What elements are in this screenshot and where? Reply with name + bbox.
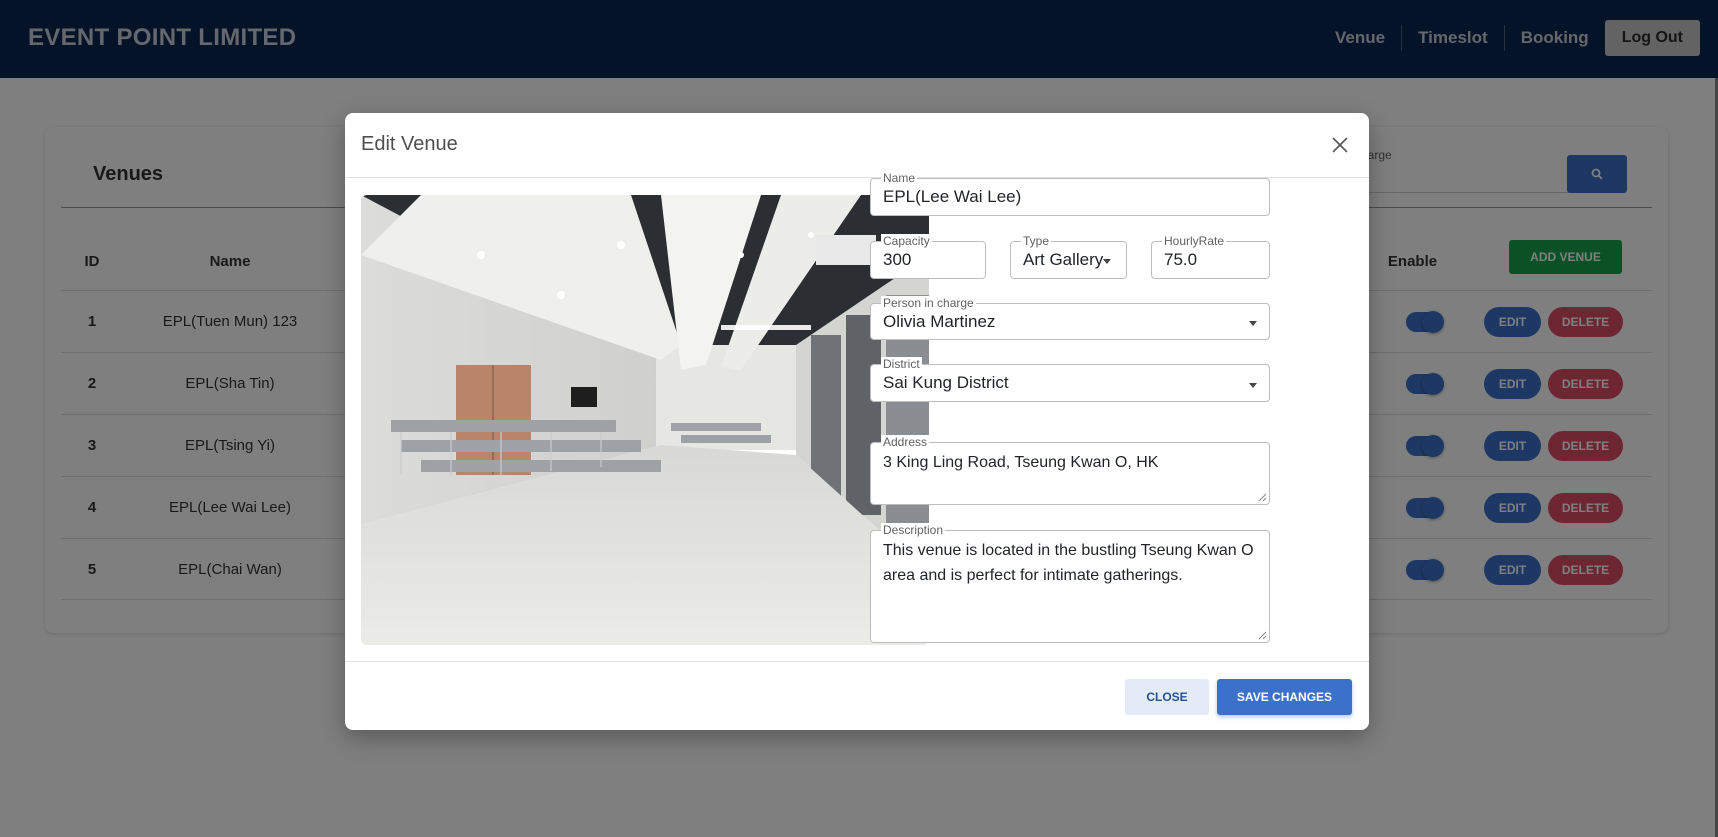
edit-venue-modal: Edit Venue Name EPL(Lee Wai Lee) Capacit…: [345, 113, 1369, 730]
name-field[interactable]: Name EPL(Lee Wai Lee): [870, 171, 1270, 216]
person-in-charge-value: Olivia Martinez: [883, 312, 996, 331]
address-textarea[interactable]: Address 3 King Ling Road, Tseung Kwan O,…: [870, 435, 1270, 505]
close-icon: [1332, 137, 1348, 153]
hourly-rate-value: 75.0: [1164, 250, 1198, 269]
description-label: Description: [881, 523, 946, 537]
modal-title: Edit Venue: [361, 133, 458, 155]
district-value: Sai Kung District: [883, 373, 1009, 392]
hourly-rate-field[interactable]: HourlyRate 75.0: [1151, 234, 1270, 279]
description-value: This venue is located in the bustling Ts…: [883, 542, 1254, 584]
resize-handle-icon[interactable]: [1258, 493, 1267, 502]
capacity-field[interactable]: Capacity 300: [870, 234, 986, 279]
description-textarea[interactable]: Description This venue is located in the…: [870, 523, 1270, 643]
close-button[interactable]: CLOSE: [1125, 679, 1209, 715]
venue-photo: [361, 195, 929, 645]
address-value: 3 King Ling Road, Tseung Kwan O, HK: [883, 454, 1159, 471]
person-in-charge-select[interactable]: Person in charge Olivia Martinez: [870, 296, 1270, 340]
chevron-down-icon: [1249, 383, 1257, 388]
chevron-down-icon: [1249, 321, 1257, 326]
modal-close-button[interactable]: [1325, 130, 1355, 160]
address-label: Address: [881, 435, 930, 449]
modal-header: Edit Venue: [345, 113, 1369, 178]
capacity-value: 300: [883, 250, 912, 269]
type-select[interactable]: Type Art Gallery: [1010, 234, 1127, 279]
resize-handle-icon[interactable]: [1258, 631, 1267, 640]
save-changes-button[interactable]: SAVE CHANGES: [1217, 679, 1352, 715]
modal-footer: CLOSE SAVE CHANGES: [345, 661, 1369, 730]
type-value: Art Gallery: [1023, 250, 1104, 269]
chevron-down-icon: [1103, 259, 1111, 264]
district-select[interactable]: District Sai Kung District: [870, 357, 1270, 402]
name-value: EPL(Lee Wai Lee): [883, 187, 1022, 206]
